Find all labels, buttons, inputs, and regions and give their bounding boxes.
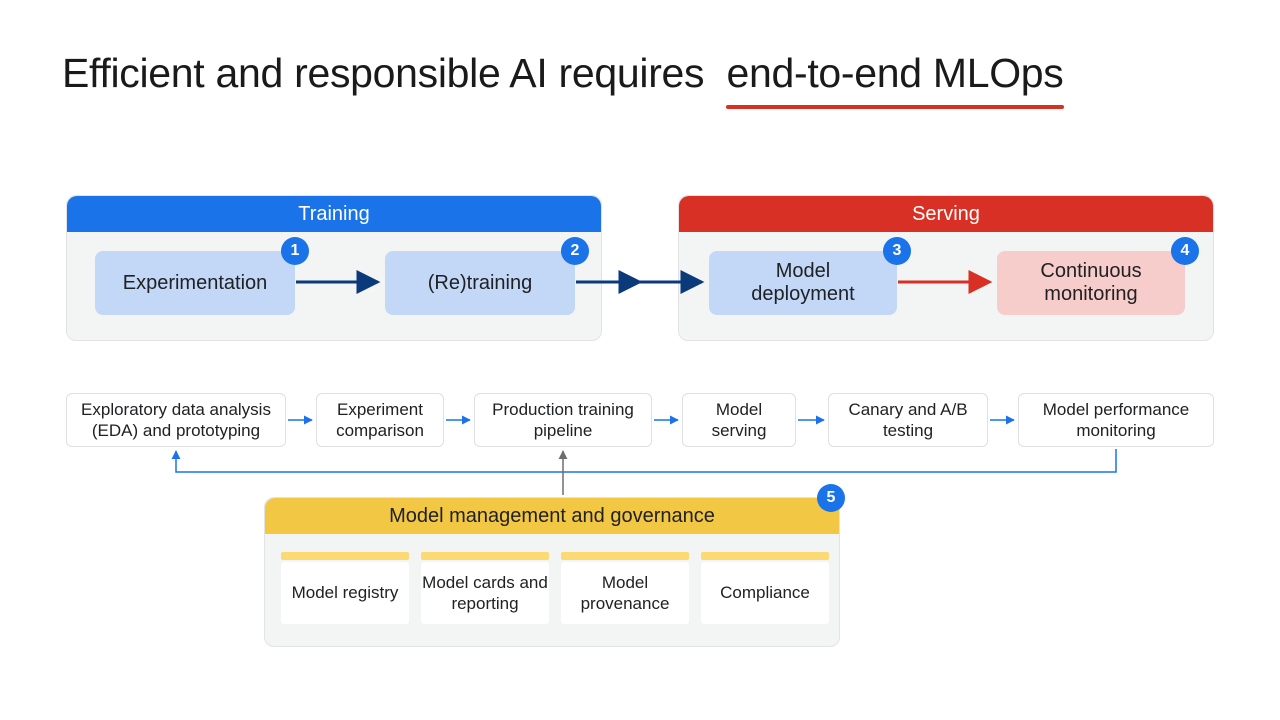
- stage-label: Experimentation: [123, 272, 268, 295]
- stage-label: Continuous monitoring: [1040, 260, 1141, 306]
- stage-badge-3: 3: [883, 237, 911, 265]
- slide-root: Efficient and responsible AI requires en…: [0, 0, 1280, 720]
- panel-training: Training Experimentation 1 (Re)training …: [66, 195, 602, 341]
- stage-retraining: (Re)training 2: [385, 251, 575, 315]
- title-prefix: Efficient and responsible AI requires: [62, 50, 715, 96]
- panel-header-training: Training: [67, 196, 601, 232]
- gov-model-provenance: Model provenance: [561, 562, 689, 624]
- gov-model-cards: Model cards and reporting: [421, 562, 549, 624]
- flow-model-monitoring: Model performance monitoring: [1018, 393, 1214, 447]
- stage-badge-2: 2: [561, 237, 589, 265]
- stage-model-deployment: Model deployment 3: [709, 251, 897, 315]
- stage-badge-1: 1: [281, 237, 309, 265]
- panel-serving: Serving Model deployment 3 Continuous mo…: [678, 195, 1214, 341]
- gov-compliance: Compliance: [701, 562, 829, 624]
- stage-experimentation: Experimentation 1: [95, 251, 295, 315]
- flow-eda: Exploratory data analysis (EDA) and prot…: [66, 393, 286, 447]
- panel-header-governance: Model management and governance: [265, 498, 839, 534]
- flow-model-serving: Model serving: [682, 393, 796, 447]
- stage-badge-4: 4: [1171, 237, 1199, 265]
- governance-badge: 5: [817, 484, 845, 512]
- flow-canary-ab: Canary and A/B testing: [828, 393, 988, 447]
- stage-label: Model deployment: [751, 260, 854, 306]
- title-highlight: end-to-end MLOps: [726, 50, 1063, 97]
- arrow-feedback-loop-long: [176, 449, 1116, 472]
- slide-title: Efficient and responsible AI requires en…: [62, 50, 1064, 97]
- panel-governance: Model management and governance 5 Model …: [264, 497, 840, 647]
- flow-production-pipeline: Production training pipeline: [474, 393, 652, 447]
- panel-header-serving: Serving: [679, 196, 1213, 232]
- flow-experiment-comparison: Experiment comparison: [316, 393, 444, 447]
- stage-label: (Re)training: [428, 272, 532, 295]
- stage-continuous-monitoring: Continuous monitoring 4: [997, 251, 1185, 315]
- gov-model-registry: Model registry: [281, 562, 409, 624]
